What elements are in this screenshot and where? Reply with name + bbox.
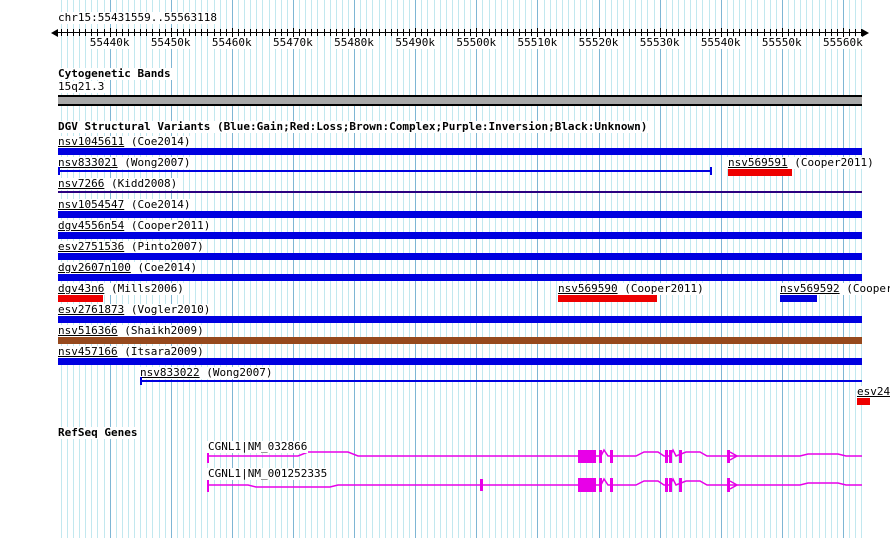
gene-exon-tick bbox=[665, 478, 668, 492]
genome-browser: chr15:55431559..55563118 55440k55450k554… bbox=[0, 0, 890, 538]
refseq-gene-models bbox=[0, 0, 890, 538]
gene-exon-tick bbox=[665, 450, 668, 463]
gene-exon-tick bbox=[599, 450, 602, 463]
gene-exon-box bbox=[578, 450, 596, 463]
gene-exon-tick bbox=[679, 450, 682, 463]
gene-exon-box bbox=[578, 478, 596, 492]
gene-label[interactable]: CGNL1|NM_001252335 bbox=[207, 468, 328, 480]
gene-exon-tick bbox=[610, 478, 613, 492]
gene-exon-tick bbox=[727, 478, 730, 492]
gene-model[interactable] bbox=[207, 478, 862, 492]
gene-exon-tick bbox=[727, 450, 730, 463]
gene-exon-tick bbox=[669, 478, 672, 492]
gene-exon-tick bbox=[480, 479, 483, 491]
gene-label[interactable]: CGNL1|NM_032866 bbox=[207, 441, 308, 453]
gene-exon-tick bbox=[610, 450, 613, 463]
gene-exon-tick bbox=[679, 478, 682, 492]
gene-intron-line bbox=[208, 479, 862, 487]
gene-exon-tick bbox=[599, 478, 602, 492]
gene-start-cap bbox=[207, 479, 209, 492]
gene-exon-tick bbox=[669, 450, 672, 463]
